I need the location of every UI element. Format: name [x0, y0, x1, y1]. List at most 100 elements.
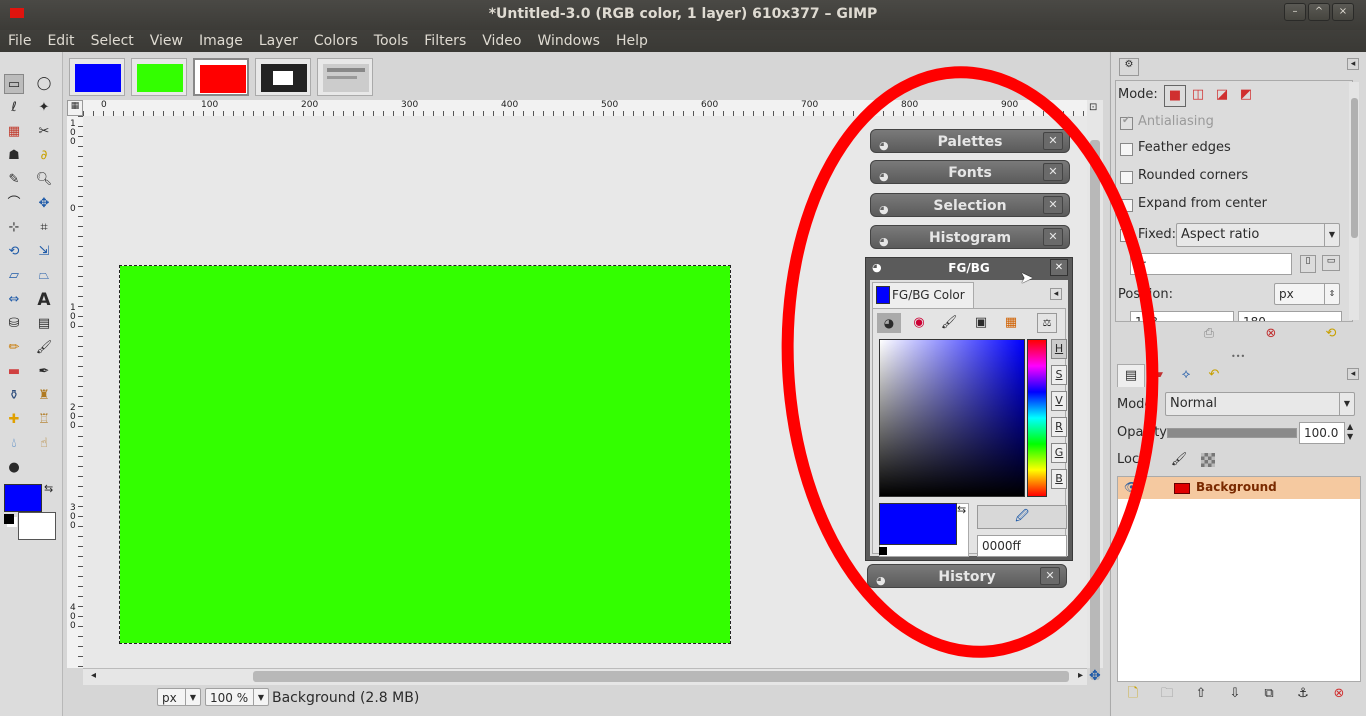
raise-layer-icon[interactable]: ⇧ [1191, 684, 1211, 704]
blend-icon[interactable]: ▤ [34, 314, 54, 334]
mode-intersect-icon[interactable]: ◩ [1236, 85, 1256, 105]
pane-handle-icon[interactable]: ••• [1231, 352, 1245, 361]
perspective-icon[interactable]: ⏢ [34, 266, 54, 286]
landscape-icon[interactable]: ▭ [1322, 255, 1340, 271]
ratio-field[interactable]: 1: [1130, 253, 1292, 275]
foreground-select-icon[interactable]: ☗ [4, 146, 24, 166]
antialiasing-checkbox[interactable]: ✔ [1120, 115, 1133, 130]
tab-menu-icon[interactable]: ◂ [1347, 58, 1359, 70]
scales-icon[interactable]: ▦ [1001, 313, 1021, 333]
reset-colors-icon[interactable] [879, 547, 887, 555]
close-icon[interactable]: ✕ [1043, 132, 1063, 150]
image-tab-3-active[interactable] [193, 58, 249, 96]
swap-colors-icon[interactable]: ⇆ [44, 482, 53, 495]
new-layer-icon[interactable]: 🗋︎ [1123, 684, 1143, 704]
history-dock[interactable]: ◕ History ✕ [867, 564, 1067, 588]
smudge-icon[interactable]: ☝ [34, 434, 54, 454]
color-picker-icon[interactable]: ✎ [4, 170, 24, 190]
close-icon[interactable]: ✕ [1043, 228, 1063, 246]
rounded-corners-checkbox[interactable] [1120, 171, 1133, 184]
flip-icon[interactable]: ⇔ [4, 290, 24, 310]
color-picker-button[interactable]: 🖉︎ [977, 505, 1067, 529]
ellipse-select-icon[interactable]: ◯ [34, 74, 54, 94]
menu-select[interactable]: Select [83, 30, 142, 51]
delete-preset-icon[interactable]: ⊗ [1261, 324, 1281, 344]
channel-s-button[interactable]: S [1051, 365, 1067, 385]
maximize-button[interactable]: ^ [1308, 3, 1330, 21]
fonts-dock[interactable]: ◕ Fonts ✕ [870, 160, 1070, 184]
menu-help[interactable]: Help [608, 30, 656, 51]
tool-options-tab-icon[interactable]: ⚙ [1119, 58, 1139, 76]
channel-b-button[interactable]: B [1051, 469, 1067, 489]
portrait-icon[interactable]: ▯ [1300, 255, 1316, 273]
opacity-spin-icon[interactable]: ▲ ▼ [1347, 422, 1353, 442]
pencil-icon[interactable]: ✏ [4, 338, 24, 358]
lower-layer-icon[interactable]: ⇩ [1225, 684, 1245, 704]
cmyk-icon[interactable]: ▣ [971, 313, 991, 333]
menu-image[interactable]: Image [191, 30, 251, 51]
vertical-scrollbar[interactable]: ⊡ [1087, 100, 1103, 680]
image-tab-5[interactable] [317, 58, 373, 96]
minimize-button[interactable]: – [1284, 3, 1306, 21]
dodge-burn-icon[interactable]: ● [4, 458, 24, 478]
paths-tab-icon[interactable]: ⟡ [1173, 364, 1199, 386]
layer-name[interactable]: Background [1196, 480, 1277, 494]
menu-view[interactable]: View [142, 30, 191, 51]
image-tab-4[interactable] [255, 58, 311, 96]
menu-layer[interactable]: Layer [251, 30, 306, 51]
image-tab-1[interactable] [69, 58, 125, 96]
undo-history-tab-icon[interactable]: ↶ [1201, 364, 1227, 386]
heal-icon[interactable]: ✚ [4, 410, 24, 430]
airbrush-icon[interactable]: ✒ [34, 362, 54, 382]
image-tab-2[interactable] [131, 58, 187, 96]
position-unit-select[interactable]: px ⇕ [1274, 283, 1340, 305]
menu-windows[interactable]: Windows [529, 30, 608, 51]
reset-colors-icon[interactable] [4, 514, 14, 524]
opacity-field[interactable]: 100.0 [1299, 422, 1345, 444]
vertical-scrollbar-thumb[interactable] [1090, 140, 1100, 680]
mode-add-icon[interactable]: ◫ [1188, 85, 1208, 105]
horizontal-scrollbar[interactable]: ◂ ▸ [83, 668, 1087, 685]
background-color-swatch[interactable] [18, 512, 56, 540]
position-y-field[interactable]: 180 [1238, 311, 1342, 321]
shear-icon[interactable]: ▱ [4, 266, 24, 286]
color-square-picker[interactable] [879, 339, 1025, 497]
fixed-checkbox[interactable] [1120, 229, 1133, 242]
channel-g-button[interactable]: G [1051, 443, 1067, 463]
scroll-right-icon[interactable]: ▸ [1078, 670, 1083, 681]
position-x-field[interactable]: 118 [1130, 311, 1234, 321]
delete-layer-icon[interactable]: ⊗ [1329, 684, 1349, 704]
hex-color-field[interactable]: 0000ff [977, 535, 1067, 557]
quick-mask-corner[interactable]: ▦ [67, 100, 83, 116]
align-icon[interactable]: ⊹ [4, 218, 24, 238]
zoom-navigate-icon[interactable]: ⊡ [1089, 102, 1097, 113]
ink-icon[interactable]: ⚱ [4, 386, 24, 406]
channel-v-button[interactable]: V [1051, 391, 1067, 411]
foreground-color-swatch[interactable] [4, 484, 42, 512]
layers-tab-icon[interactable]: ▤ [1117, 364, 1145, 387]
color-wheel-icon[interactable]: ◉ [909, 313, 929, 333]
fixed-mode-select[interactable]: Aspect ratio ▼ [1176, 223, 1340, 247]
clone-icon[interactable]: ♜ [34, 386, 54, 406]
channel-h-button[interactable]: H [1051, 339, 1067, 359]
feather-checkbox[interactable] [1120, 143, 1133, 156]
horizontal-scrollbar-thumb[interactable] [253, 671, 1069, 682]
opacity-slider[interactable] [1167, 428, 1297, 438]
crop-icon[interactable]: ⌗ [34, 218, 54, 238]
unit-select[interactable]: px ▼ [157, 688, 201, 706]
channels-tab-icon[interactable]: ▰ [1145, 364, 1171, 386]
fuzzy-select-icon[interactable]: ✦ [34, 98, 54, 118]
eraser-icon[interactable]: ▬ [4, 362, 24, 382]
scroll-left-icon[interactable]: ◂ [91, 670, 96, 681]
zoom-select[interactable]: 100 % ▼ [205, 688, 269, 706]
menu-filters[interactable]: Filters [416, 30, 474, 51]
channel-r-button[interactable]: R [1051, 417, 1067, 437]
fg-preview[interactable] [879, 503, 957, 545]
rotate-icon[interactable]: ⟲ [4, 242, 24, 262]
measure-icon[interactable]: ⌒ [4, 194, 24, 214]
tab-menu-icon[interactable]: ◂ [1050, 288, 1062, 300]
layer-mode-select[interactable]: Normal ▼ [1165, 392, 1355, 416]
anchor-layer-icon[interactable]: ⚓ [1293, 684, 1313, 704]
scissors-icon[interactable]: ✂ [34, 122, 54, 142]
scale-icon[interactable]: ⇲ [34, 242, 54, 262]
